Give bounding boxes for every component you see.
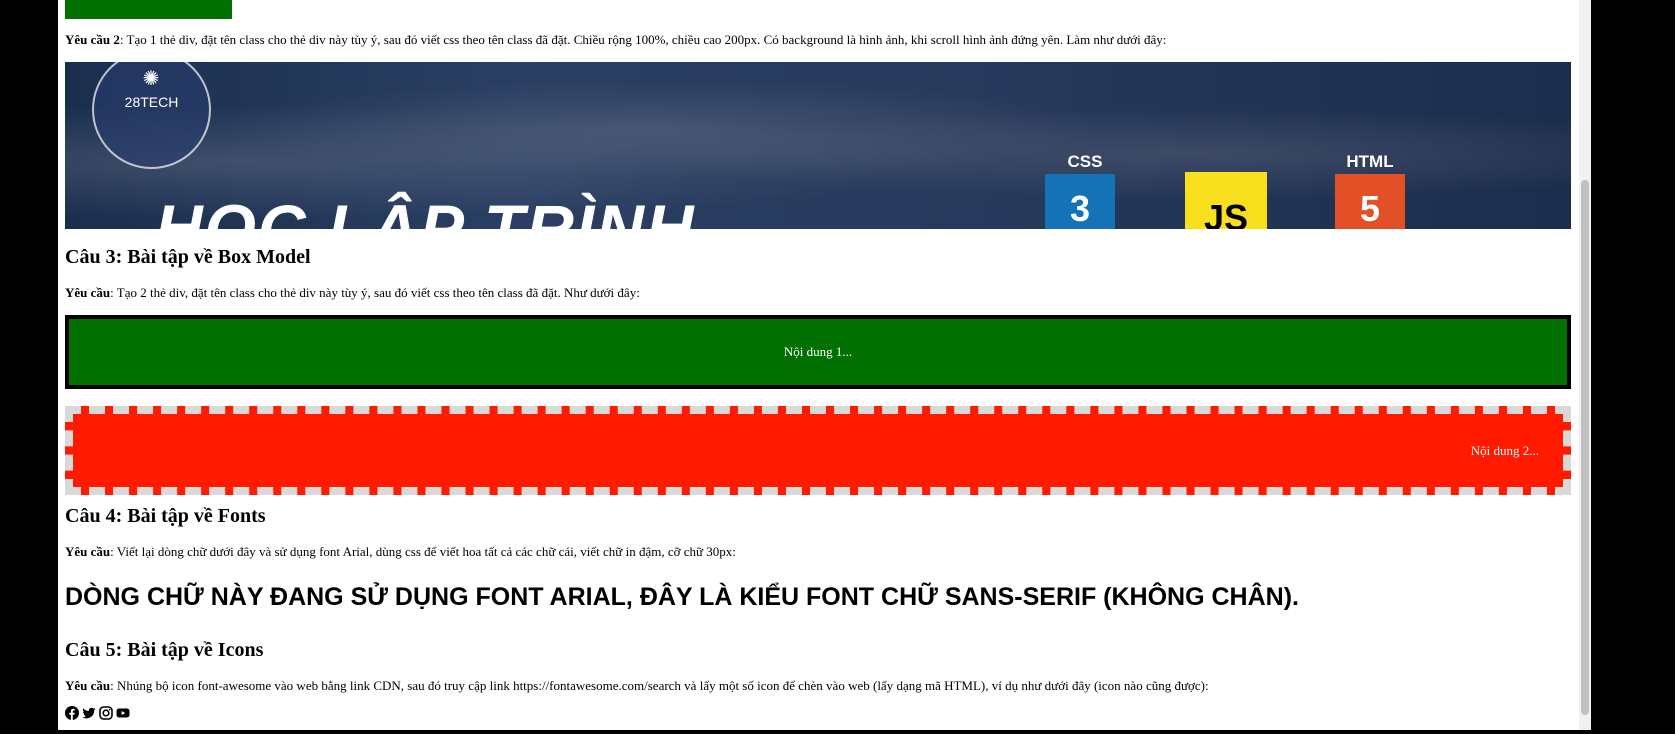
- html5-icon: 5: [1335, 174, 1405, 229]
- logo-dots-icon: ✺: [142, 68, 162, 90]
- arial-sample-text: DÒNG CHỮ NÀY ĐANG SỬ DỤNG FONT ARIAL, ĐÂ…: [65, 583, 1299, 611]
- js-icon: JS: [1185, 172, 1267, 229]
- instagram-icon[interactable]: [99, 706, 113, 720]
- banner-title: HỌC LẬP TRÌNH: [155, 191, 696, 229]
- q5-req-text: : Nhúng bộ icon font-awesome vào web bằn…: [110, 678, 1209, 693]
- q3-req-label: Yêu cầu: [65, 285, 111, 300]
- web-page: Yêu cầu 2: Tạo 1 thẻ div, đặt tên class …: [58, 0, 1579, 730]
- box1-text: Nội dung 1...: [783, 344, 853, 359]
- vertical-scrollbar[interactable]: [1579, 0, 1591, 730]
- facebook-icon[interactable]: [65, 706, 79, 720]
- q5-req-label: Yêu cầu: [65, 678, 111, 693]
- content-box-1: Nội dung 1...: [65, 315, 1571, 389]
- q3-requirement: Yêu cầu: Tạo 2 thẻ div, đặt tên class ch…: [65, 285, 640, 301]
- q4-req-text: : Viết lại dòng chữ dưới đây và sử dụng …: [110, 544, 736, 559]
- twitter-icon[interactable]: [82, 706, 96, 720]
- social-icons: [65, 706, 130, 720]
- q2-req-label: Yêu cầu 2: [65, 32, 120, 47]
- q5-title: Câu 5: Bài tập về Icons: [65, 639, 264, 661]
- q3-title: Câu 3: Bài tập về Box Model: [65, 246, 311, 268]
- logo-text: 28TECH: [124, 94, 179, 110]
- content-box-2: Nội dung 2...: [65, 406, 1571, 495]
- box2-text: Nội dung 2...: [1470, 443, 1539, 458]
- html-label: HTML: [1346, 152, 1394, 171]
- q2-requirement: Yêu cầu 2: Tạo 1 thẻ div, đặt tên class …: [65, 32, 1166, 48]
- q5-requirement: Yêu cầu: Nhúng bộ icon font-awesome vào …: [65, 678, 1209, 694]
- q4-requirement: Yêu cầu: Viết lại dòng chữ dưới đây và s…: [65, 544, 736, 560]
- background-image-banner: ✺ 28TECH HỌC LẬP TRÌNH CSS 3 JS HTML 5: [65, 62, 1571, 229]
- youtube-icon[interactable]: [116, 706, 130, 720]
- scrollbar-thumb[interactable]: [1581, 180, 1589, 715]
- css-label: CSS: [1067, 152, 1103, 171]
- css3-icon: 3: [1045, 174, 1115, 229]
- q4-title: Câu 4: Bài tập về Fonts: [65, 505, 266, 527]
- q2-req-text: : Tạo 1 thẻ div, đặt tên class cho thẻ d…: [119, 32, 1167, 47]
- green-box-top: [65, 0, 232, 19]
- q4-req-label: Yêu cầu: [65, 544, 111, 559]
- q3-req-text: : Tạo 2 thẻ div, đặt tên class cho thẻ d…: [110, 285, 640, 300]
